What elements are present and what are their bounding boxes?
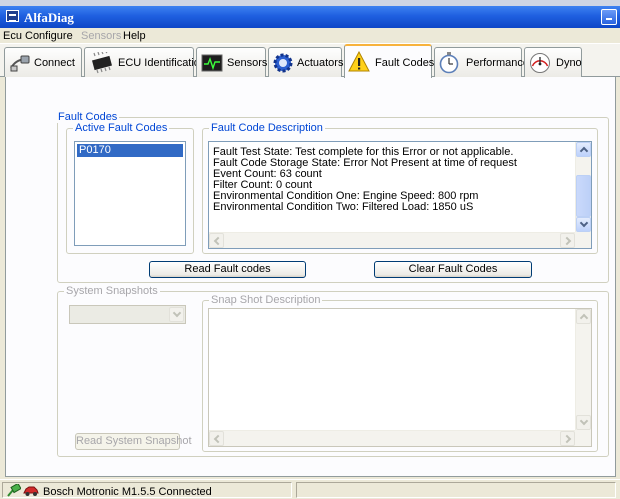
fault-code-description-group: Fault Code Description Fault Test State:… (202, 122, 598, 254)
tab-label: Sensors (227, 57, 268, 69)
window-title: AlfaDiag (24, 10, 74, 25)
tab-actuators[interactable]: Actuators (268, 47, 344, 77)
menu-bar: Ecu Configure Sensors Help (0, 28, 620, 44)
menu-ecu[interactable]: Ecu (3, 30, 22, 42)
tab-dyno[interactable]: Dyno (524, 47, 582, 77)
description-line: Environmental Condition Two: Filtered Lo… (213, 201, 474, 213)
active-fault-codes-title: Active Fault Codes (73, 122, 170, 134)
scroll-up-button[interactable] (576, 142, 591, 157)
car-icon (23, 486, 39, 496)
status-text: Bosch Motronic M1.5.5 Connected (43, 486, 212, 498)
list-item[interactable]: P0170 (77, 144, 183, 157)
tab-label: Performance (466, 57, 529, 69)
oscilloscope-icon (201, 54, 223, 72)
snapshot-description-group: Snap Shot Description (202, 294, 598, 452)
vertical-scrollbar[interactable] (575, 142, 591, 232)
scroll-thumb[interactable] (576, 175, 591, 217)
tab-sensors[interactable]: Sensors (196, 47, 268, 77)
chevron-down-icon (169, 307, 184, 322)
tab-label: Actuators (297, 57, 344, 69)
system-snapshots-title: System Snapshots (64, 285, 160, 297)
tab-label: Fault Codes (375, 57, 435, 69)
fault-description-textarea[interactable]: Fault Test State: Test complete for this… (208, 141, 592, 249)
fault-codes-group: Fault Codes Active Fault Codes P0170 Fau… (57, 111, 609, 283)
cable-plug-icon (10, 55, 30, 72)
scroll-up-button (576, 309, 591, 324)
scroll-right-button (560, 431, 575, 446)
connection-icon (7, 484, 21, 497)
app-icon (6, 10, 19, 22)
horizontal-scrollbar[interactable] (209, 232, 575, 248)
scroll-left-button (209, 431, 224, 446)
vertical-scrollbar (575, 309, 591, 430)
snapshot-select (69, 305, 186, 324)
scroll-corner (575, 430, 591, 446)
menu-help[interactable]: Help (123, 30, 146, 42)
scroll-left-button (209, 233, 224, 248)
tab-label: Dyno (556, 57, 582, 69)
tab-performance[interactable]: Performance (434, 47, 529, 77)
scroll-corner (575, 232, 591, 248)
tab-label: ECU Identification (118, 57, 207, 69)
status-bar: Bosch Motronic M1.5.5 Connected (0, 479, 620, 499)
stopwatch-icon (439, 52, 459, 74)
status-pane-main: Bosch Motronic M1.5.5 Connected (2, 482, 292, 498)
tab-connect[interactable]: Connect (4, 47, 82, 77)
tab-panel: Fault Codes Active Fault Codes P0170 Fau… (5, 77, 616, 477)
scroll-down-button[interactable] (576, 217, 591, 232)
horizontal-scrollbar (209, 430, 575, 446)
minimize-button[interactable] (601, 9, 617, 25)
read-fault-codes-button[interactable]: Read Fault codes (149, 261, 306, 278)
menu-sensors: Sensors (81, 30, 122, 42)
scroll-down-button (576, 415, 591, 430)
tab-fault-codes[interactable]: Fault Codes (344, 44, 435, 78)
system-snapshots-group: System Snapshots Snap Shot Description R… (57, 285, 609, 457)
chip-icon (92, 52, 112, 74)
snapshot-description-textarea (208, 308, 592, 447)
warning-icon (348, 51, 370, 72)
gear-icon (273, 53, 293, 73)
gauge-icon (530, 53, 550, 73)
tab-label: Connect (34, 57, 75, 69)
tab-strip: Connect ECU Identification Sensors Actua… (0, 44, 620, 78)
clear-fault-codes-button[interactable]: Clear Fault Codes (374, 261, 532, 278)
read-system-snapshot-button: Read System Snapshot (75, 433, 192, 450)
fault-code-description-title: Fault Code Description (209, 122, 325, 134)
active-fault-codes-list[interactable]: P0170 (74, 141, 186, 246)
menu-configure[interactable]: Configure (25, 30, 73, 42)
status-pane-secondary (296, 482, 616, 498)
snapshot-description-title: Snap Shot Description (209, 294, 323, 306)
scroll-right-button (560, 233, 575, 248)
title-bar: AlfaDiag (0, 6, 620, 28)
tab-ecu-identification[interactable]: ECU Identification (84, 47, 206, 77)
active-fault-codes-group: Active Fault Codes P0170 (66, 122, 194, 254)
